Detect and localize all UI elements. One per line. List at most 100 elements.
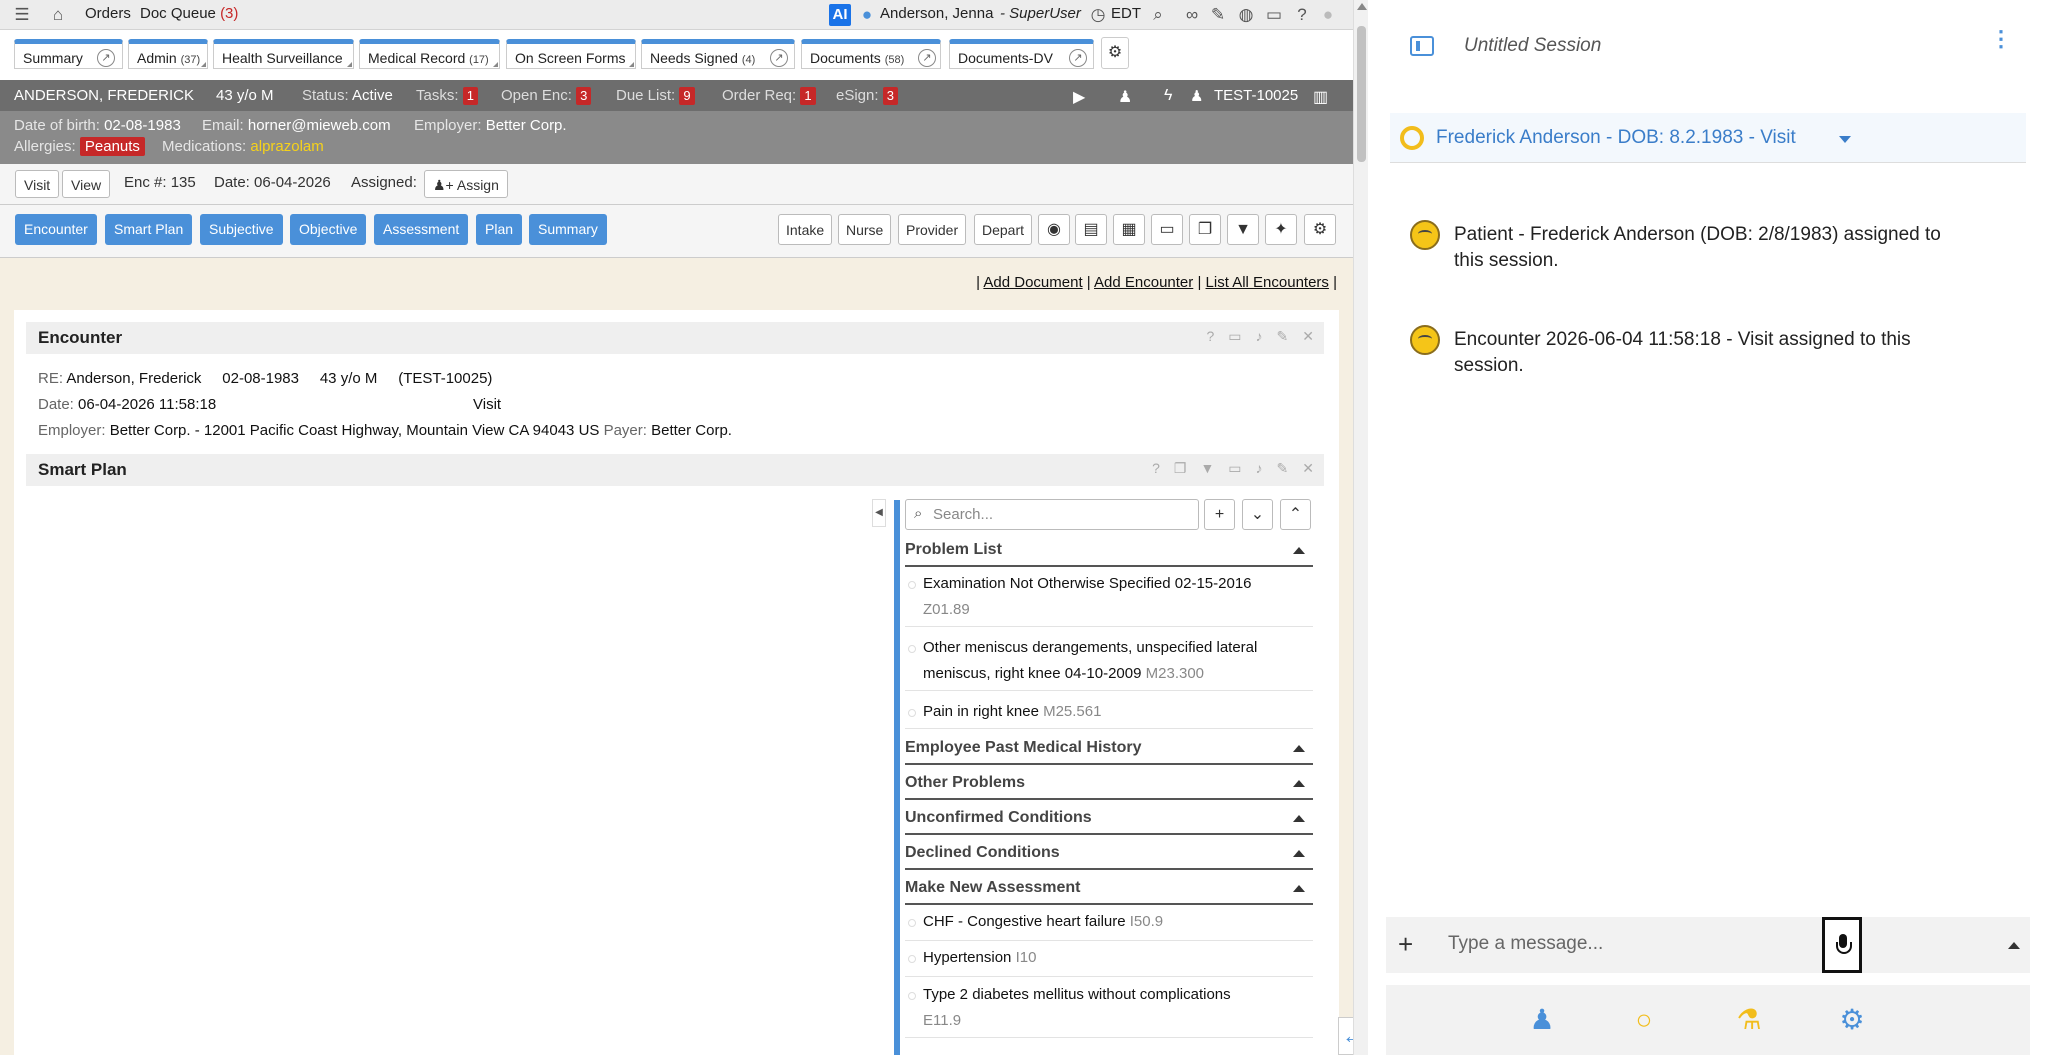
patient-name[interactable]: ANDERSON, FREDERICK [14,87,194,104]
section-smart-plan-button[interactable]: Smart Plan [105,214,193,245]
orders-link[interactable]: Orders [85,5,131,22]
settings-icon[interactable]: ⚙ [1304,214,1336,245]
group-past-medical-history[interactable]: Employee Past Medical History [905,733,1313,765]
due-list-badge[interactable]: 9 [679,87,695,105]
list-item[interactable]: Pain in right knee M25.561 [905,699,1313,729]
tab-documents-dv[interactable]: Documents-DV ↗ [949,39,1094,69]
list-item[interactable]: Hypertension I10 [905,945,1313,977]
patient-selector[interactable]: Frederick Anderson - DOB: 8.2.1983 - Vis… [1390,113,2026,163]
visit-button[interactable]: Visit [15,170,60,198]
flask-icon[interactable]: ⚗ [1731,1002,1767,1038]
add-user-icon[interactable]: ♟ [1118,87,1132,107]
add-encounter-link[interactable]: Add Encounter [1094,274,1193,291]
video-icon[interactable]: ▶ [1073,87,1085,107]
more-options-icon[interactable]: ⋮ [1990,28,2012,50]
list-item[interactable]: Examination Not Otherwise Specified 02-1… [905,571,1313,627]
search-icon[interactable]: ⌕ [1148,5,1168,25]
user-name[interactable]: Anderson, Jenna [880,5,993,22]
doc-queue-link[interactable]: Doc Queue (3) [140,5,238,22]
list-item[interactable]: Other meniscus derangements, unspecified… [905,635,1313,691]
view-button[interactable]: View [62,170,111,198]
mic-icon[interactable] [1822,917,1862,973]
list-item[interactable]: Type 2 diabetes mellitus without complic… [905,982,1313,1038]
bookmark-icon[interactable]: ▼ [1200,460,1214,477]
order-req-badge[interactable]: 1 [800,87,816,105]
section-assessment-button[interactable]: Assessment [374,214,469,245]
settings-gear-icon[interactable]: ⚙ [1834,1002,1870,1038]
magic-wand-icon[interactable]: ✎ [1208,5,1228,25]
scroll-up-icon[interactable] [1357,3,1367,10]
open-icon[interactable]: ↗ [1069,49,1087,67]
medication[interactable]: alprazolam [250,138,323,155]
open-icon[interactable]: ↗ [918,49,936,67]
patient-email[interactable]: horner@mieweb.com [248,117,391,134]
edit-icon[interactable]: ✎ [1277,328,1289,345]
tab-health-surveillance[interactable]: Health Surveillance [213,39,354,69]
close-icon[interactable]: ✕ [1302,328,1314,345]
mic-icon[interactable]: ♪ [1256,328,1263,345]
home-icon[interactable]: ⌂ [48,5,68,25]
scrollbar-thumb[interactable] [1357,26,1366,162]
collapse-all-icon[interactable]: ⌃ [1280,499,1311,530]
tab-medical-record[interactable]: Medical Record (17) [359,39,500,69]
open-enc-badge[interactable]: 3 [576,87,592,105]
lightning-icon[interactable]: ϟ [1164,87,1172,105]
add-document-link[interactable]: Add Document [983,274,1082,291]
expand-all-icon[interactable]: ⌄ [1242,499,1273,530]
add-icon[interactable]: + [1204,499,1235,530]
nurse-button[interactable]: Nurse [838,214,892,245]
help-icon[interactable]: ? [1207,328,1215,345]
tab-documents[interactable]: Documents (58) ↗ [801,39,941,69]
tab-on-screen-forms[interactable]: On Screen Forms [506,39,636,69]
keyboard-icon[interactable]: ▭ [1264,5,1284,25]
open-icon[interactable]: ↗ [97,49,115,67]
edit-icon[interactable]: ✎ [1277,460,1289,477]
group-make-new-assessment[interactable]: Make New Assessment [905,873,1313,905]
caret-up-icon[interactable] [2008,942,2020,949]
section-objective-button[interactable]: Objective [290,214,367,245]
back-arrow-icon[interactable]: ← [1338,1017,1353,1055]
calendar-check-icon[interactable]: ▦ [1113,214,1145,245]
sparkle-icon[interactable]: ✦ [1265,214,1297,245]
group-unconfirmed-conditions[interactable]: Unconfirmed Conditions [905,803,1313,835]
sidebar-toggle-icon[interactable] [1410,36,1434,56]
attach-plus-icon[interactable]: + [1398,929,1413,959]
close-icon[interactable]: ✕ [1302,460,1314,477]
assign-button[interactable]: ♟+ Assign [424,170,508,198]
list-item[interactable]: CHF - Congestive heart failure I50.9 [905,909,1313,941]
section-subjective-button[interactable]: Subjective [200,214,283,245]
depart-button[interactable]: Depart [974,214,1033,245]
link-icon[interactable]: ∞ [1182,5,1202,25]
session-title[interactable]: Untitled Session [1464,35,1601,57]
users-icon[interactable]: ♟ [1524,1002,1560,1038]
provider-button[interactable]: Provider [898,214,967,245]
smart-plan-search-input[interactable]: ⌕ Search... [905,499,1199,530]
message-input[interactable]: Type a message... [1448,933,1603,955]
section-plan-button[interactable]: Plan [476,214,523,245]
tab-needs-signed[interactable]: Needs Signed (4) ↗ [641,39,795,69]
help-icon[interactable]: ? [1152,460,1160,477]
tab-admin[interactable]: Admin (37) [128,39,208,69]
tab-settings-gear-icon[interactable]: ⚙ [1101,37,1129,69]
ai-button[interactable]: AI [829,4,851,26]
copy-icon[interactable]: ❐ [1174,460,1187,477]
book-icon[interactable]: ▭ [1228,328,1241,345]
open-icon[interactable]: ↗ [770,49,788,67]
status-ring-icon[interactable]: ○ [1626,1002,1662,1038]
group-declined-conditions[interactable]: Declined Conditions [905,838,1313,870]
bookmark-icon[interactable]: ▼ [1227,214,1259,245]
archive-icon[interactable]: ▤ [1075,214,1107,245]
eye-icon[interactable]: ◉ [1038,214,1070,245]
copy-icon[interactable]: ❐ [1189,214,1221,245]
mic-icon[interactable]: ♪ [1256,460,1263,477]
esign-badge[interactable]: 3 [882,87,898,105]
tab-summary[interactable]: Summary ↗ [14,39,123,69]
section-summary-button[interactable]: Summary [529,214,607,245]
help-icon[interactable]: ? [1292,5,1312,25]
group-problem-list[interactable]: Problem List [905,535,1313,567]
scrollbar[interactable] [1353,0,1368,1055]
tasks-badge[interactable]: 1 [462,87,478,105]
menu-icon[interactable]: ☰ [12,5,32,25]
list-encounters-link[interactable]: List All Encounters [1206,274,1329,291]
intake-button[interactable]: Intake [778,214,833,245]
